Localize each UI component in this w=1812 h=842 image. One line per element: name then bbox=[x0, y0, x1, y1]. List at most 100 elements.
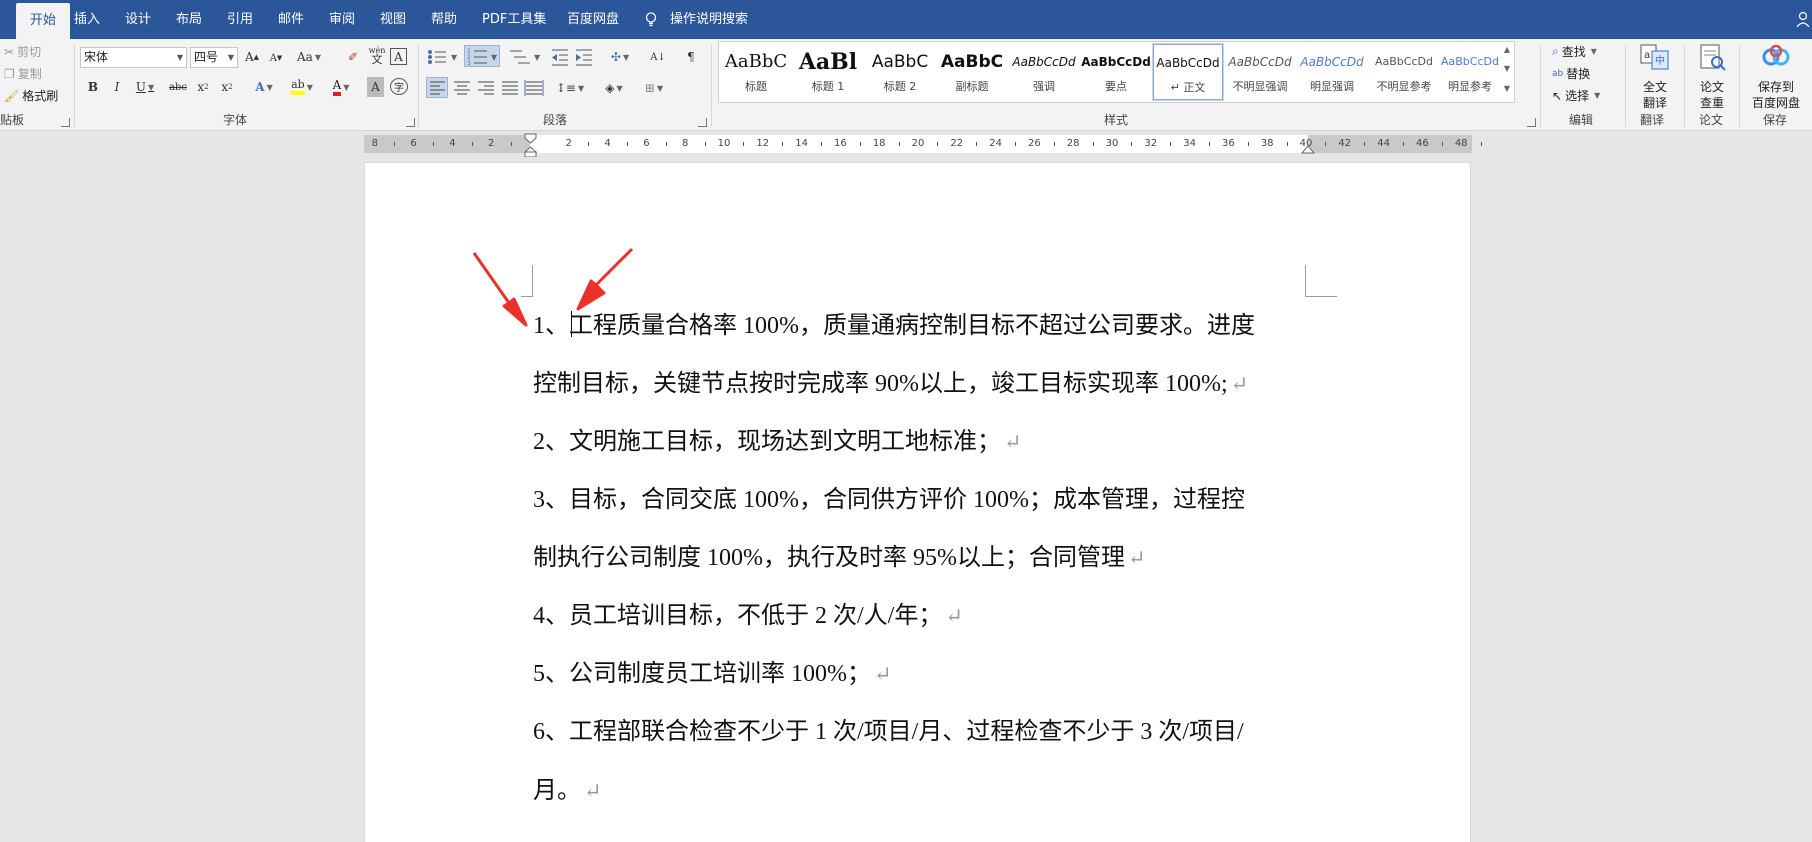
numbering-icon[interactable]: 123▼ bbox=[464, 45, 500, 67]
italic-button[interactable]: I bbox=[108, 77, 126, 97]
line-spacing-button[interactable]: ↕≡ ▼ bbox=[554, 78, 586, 98]
document-line[interactable]: 6、工程部联合检查不少于 1 次/项目/月、过程检查不少于 3 次/项目/ bbox=[533, 717, 1244, 747]
sort-button[interactable]: A↓ bbox=[648, 47, 668, 67]
gallery-up-icon[interactable]: ▲ bbox=[1500, 45, 1514, 54]
justify-icon[interactable] bbox=[500, 78, 520, 98]
change-case-label: Aa bbox=[297, 50, 313, 64]
style-normal[interactable]: AaBbCcDd ↵ 正文 bbox=[1152, 43, 1224, 101]
paragraph-launcher-icon[interactable] bbox=[698, 118, 707, 127]
tab-insert[interactable]: 插入 bbox=[66, 0, 108, 39]
ruler-number: 32 bbox=[1144, 138, 1158, 149]
ruler-number: 34 bbox=[1183, 138, 1196, 149]
user-icon[interactable] bbox=[1796, 11, 1810, 27]
clear-formatting-button[interactable]: ✐ bbox=[343, 47, 363, 67]
document-line[interactable]: 4、员工培训目标，不低于 2 次/人/年； ↵ bbox=[533, 601, 963, 631]
grow-font-button[interactable]: A ▲ bbox=[242, 47, 262, 67]
right-indent-marker-icon[interactable] bbox=[1301, 142, 1315, 154]
ruler-number: 2 bbox=[565, 138, 572, 149]
shrink-font-button[interactable]: A ▼ bbox=[266, 48, 286, 68]
font-color-button[interactable]: A ▼ bbox=[326, 77, 356, 97]
bold-button[interactable]: B bbox=[84, 77, 102, 97]
font-size-combo[interactable]: 四号 ▼ bbox=[190, 47, 238, 68]
text-effects-button[interactable]: A ▼ bbox=[249, 77, 279, 97]
ruler-tick bbox=[1053, 142, 1055, 146]
style-heading-1[interactable]: AaBl 标题 1 bbox=[793, 44, 863, 100]
style-intense-emphasis[interactable]: AaBbCcDd 明显强调 bbox=[1297, 44, 1367, 100]
shading-button[interactable]: ◈ ▼ bbox=[598, 78, 630, 98]
ruler-number: 48 bbox=[1454, 138, 1468, 149]
change-case-button[interactable]: Aa ▼ bbox=[294, 47, 324, 67]
document-line[interactable]: 2、文明施工目标，现场达到文明工地标准； ↵ bbox=[533, 427, 1022, 457]
highlight-button[interactable]: ab ▼ bbox=[286, 77, 318, 97]
tell-me-search[interactable]: 操作说明搜索 bbox=[662, 0, 756, 39]
find-button[interactable]: ⌕ 查找 ▼ bbox=[1552, 43, 1597, 60]
clipboard-launcher-icon[interactable] bbox=[61, 118, 70, 127]
full-text-translate-button[interactable]: a中 全文 翻译 bbox=[1630, 43, 1680, 111]
ruler-tick bbox=[821, 142, 822, 146]
cut-button[interactable]: ✂ 剪切 bbox=[4, 43, 41, 60]
tab-pdf-tools[interactable]: PDF工具集 bbox=[474, 0, 554, 39]
gallery-more-icon[interactable]: ▼ bbox=[1500, 84, 1514, 93]
format-painter-button[interactable]: 🖌 格式刷 bbox=[4, 87, 58, 104]
chevron-down-icon: ▼ bbox=[266, 82, 273, 92]
style-subtle-emphasis[interactable]: AaBbCcDd 不明显强调 bbox=[1225, 44, 1295, 100]
increase-indent-icon[interactable] bbox=[574, 47, 594, 67]
tab-view[interactable]: 视图 bbox=[372, 0, 414, 39]
document-line[interactable]: 控制目标，关键节点按时完成率 90%以上，竣工目标实现率 100%; ↵ bbox=[533, 369, 1248, 399]
font-launcher-icon[interactable] bbox=[406, 118, 415, 127]
horizontal-ruler[interactable]: 8 6 4 2 2 4 6 8 10 12 14 16 18 20 22 24 26 28 30 32 34 36 38 40… bbox=[364, 133, 1482, 157]
style-emphasis[interactable]: AaBbCcDd 强调 bbox=[1009, 44, 1079, 100]
tab-layout[interactable]: 布局 bbox=[168, 0, 210, 39]
cursor-arrow-icon: ↖ bbox=[1552, 88, 1563, 103]
multilevel-list-icon[interactable]: ▼ bbox=[508, 47, 542, 67]
bullets-icon[interactable]: ▼ bbox=[426, 47, 458, 67]
document-line[interactable]: 1、工程质量合格率 100%，质量通病控制目标不超过公司要求。进度 bbox=[533, 311, 1255, 341]
enclose-characters-button[interactable]: 字 bbox=[390, 78, 408, 95]
decrease-indent-icon[interactable] bbox=[550, 47, 570, 67]
align-left-icon[interactable] bbox=[426, 77, 448, 98]
character-border-button[interactable]: A bbox=[390, 48, 407, 65]
style-intense-reference[interactable]: AaBbCcDd 明显参考 bbox=[1441, 44, 1499, 100]
style-title[interactable]: AaBbC 标题 bbox=[721, 44, 791, 100]
select-button[interactable]: ↖ 选择 ▼ bbox=[1552, 87, 1600, 104]
borders-button[interactable]: ⊞ ▼ bbox=[638, 78, 670, 98]
tab-baidu-netdisk[interactable]: 百度网盘 bbox=[559, 0, 627, 39]
style-heading-2[interactable]: AaBbC 标题 2 bbox=[865, 44, 935, 100]
first-line-indent-marker-icon[interactable] bbox=[524, 133, 538, 157]
save-to-baidu-button[interactable]: 保存到 百度网盘 bbox=[1744, 43, 1808, 111]
document-line[interactable]: 5、公司制度员工培训率 100%； ↵ bbox=[533, 659, 892, 689]
subscript-button[interactable]: x2 bbox=[194, 77, 212, 97]
style-subtle-reference[interactable]: AaBbCcDd 不明显参考 bbox=[1369, 44, 1439, 100]
align-center-icon[interactable] bbox=[452, 78, 472, 98]
styles-launcher-icon[interactable] bbox=[1527, 118, 1536, 127]
asian-layout-button[interactable]: ✣ ▼ bbox=[605, 47, 635, 67]
phonetic-guide-button[interactable]: wén 文 bbox=[367, 45, 387, 65]
align-right-icon[interactable] bbox=[476, 78, 496, 98]
document-line[interactable]: 3、目标，合同交底 100%，合同供方评价 100%；成本管理，过程控 bbox=[533, 485, 1245, 515]
underline-button[interactable]: U ▼ bbox=[131, 77, 159, 97]
paragraph-mark: ↵ bbox=[945, 604, 963, 628]
show-marks-button[interactable]: ¶ bbox=[681, 47, 701, 67]
tab-home[interactable]: 开始 bbox=[16, 3, 71, 39]
ruler-tick bbox=[433, 142, 434, 146]
style-strong[interactable]: AaBbCcDd 要点 bbox=[1081, 44, 1151, 100]
tab-help[interactable]: 帮助 bbox=[423, 0, 465, 39]
document-line[interactable]: 月。 ↵ bbox=[533, 776, 602, 806]
copy-button[interactable]: ❐ 复制 bbox=[4, 65, 42, 82]
distributed-icon[interactable] bbox=[524, 78, 544, 98]
style-subtitle[interactable]: AaBbC 副标题 bbox=[937, 44, 1007, 100]
strikethrough-button[interactable]: abc bbox=[168, 77, 188, 97]
font-name-combo[interactable]: 宋体 ▼ bbox=[80, 47, 187, 68]
superscript-button[interactable]: x2 bbox=[218, 77, 236, 97]
tab-mailings[interactable]: 邮件 bbox=[270, 0, 312, 39]
tab-review[interactable]: 审阅 bbox=[321, 0, 363, 39]
tab-design[interactable]: 设计 bbox=[117, 0, 159, 39]
tab-references[interactable]: 引用 bbox=[219, 0, 261, 39]
character-shading-button[interactable]: A bbox=[367, 77, 384, 97]
gallery-down-icon[interactable]: ▼ bbox=[1500, 64, 1514, 73]
document-line[interactable]: 制执行公司制度 100%，执行及时率 95%以上；合同管理 ↵ bbox=[533, 543, 1146, 573]
document-page[interactable]: 1、工程质量合格率 100%，质量通病控制目标不超过公司要求。进度 控制目标，关… bbox=[364, 162, 1471, 842]
paper-check-button[interactable]: 论文 查重 bbox=[1689, 43, 1735, 111]
ruler-number: 4 bbox=[604, 138, 611, 149]
replace-button[interactable]: ab 替换 bbox=[1552, 65, 1590, 82]
